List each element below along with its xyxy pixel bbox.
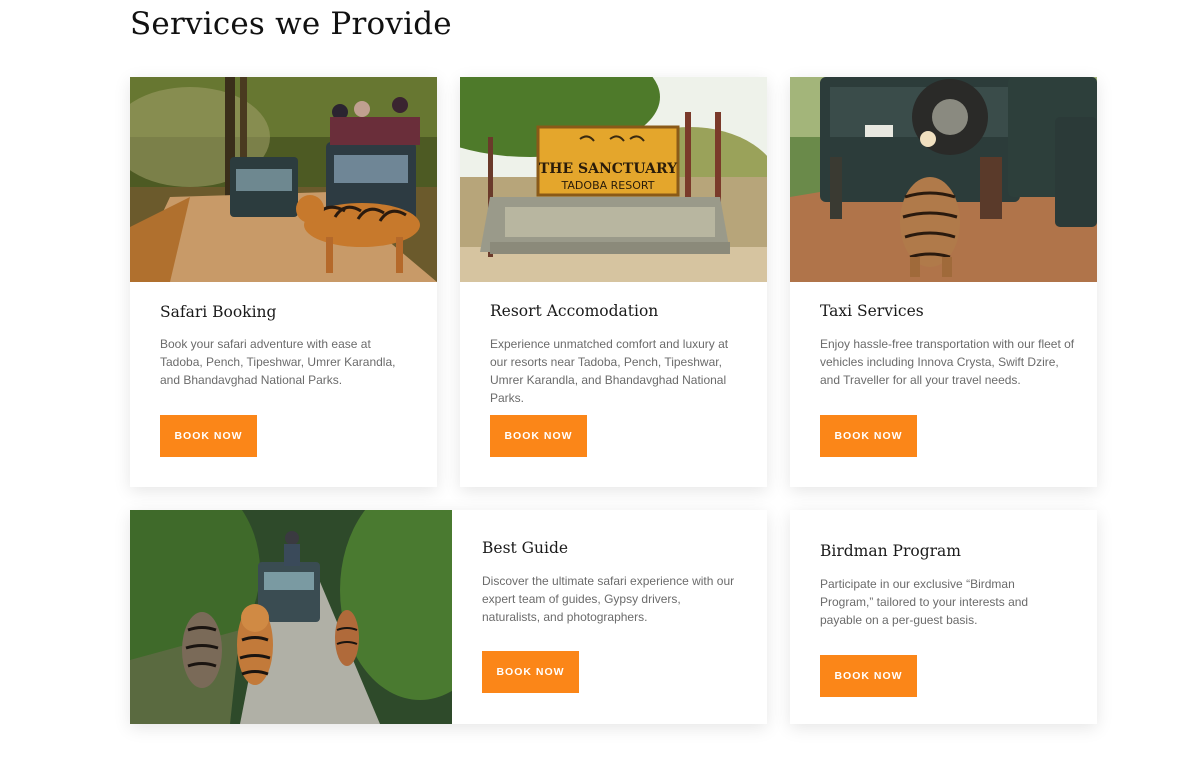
book-now-button-safari[interactable]: BOOK NOW bbox=[160, 415, 257, 457]
book-now-button-birdman[interactable]: BOOK NOW bbox=[820, 655, 917, 697]
card-title: Safari Booking bbox=[160, 303, 277, 321]
card-title: Birdman Program bbox=[820, 542, 961, 560]
service-card-taxi: Taxi Services Enjoy hassle-free transpor… bbox=[790, 77, 1097, 487]
service-card-best-guide: Best Guide Discover the ultimate safari … bbox=[130, 510, 767, 724]
safari-booking-image bbox=[130, 77, 437, 282]
book-now-button-taxi[interactable]: BOOK NOW bbox=[820, 415, 917, 457]
taxi-services-image bbox=[790, 77, 1097, 282]
card-description: Participate in our exclusive “Birdman Pr… bbox=[820, 577, 1029, 627]
resort-sign-line1: THE SANCTUARY bbox=[539, 161, 678, 177]
card-title: Best Guide bbox=[482, 539, 569, 557]
resort-accomodation-image: THE SANCTUARY TADOBA RESORT bbox=[460, 77, 767, 282]
book-now-button-resort[interactable]: BOOK NOW bbox=[490, 415, 587, 457]
card-description: Experience unmatched comfort and luxury … bbox=[490, 337, 729, 405]
card-title: Taxi Services bbox=[820, 302, 924, 320]
book-now-button-guide[interactable]: BOOK NOW bbox=[482, 651, 579, 693]
card-title: Resort Accomodation bbox=[490, 302, 659, 320]
card-description: Enjoy hassle-free transportation with ou… bbox=[820, 337, 1075, 387]
service-card-resort: THE SANCTUARY TADOBA RESORT Resort Accom… bbox=[460, 77, 767, 487]
card-description: Discover the ultimate safari experience … bbox=[482, 574, 735, 624]
best-guide-image bbox=[130, 510, 452, 724]
resort-sign-line2: TADOBA RESORT bbox=[561, 179, 655, 192]
card-description: Book your safari adventure with ease at … bbox=[160, 337, 396, 387]
service-card-safari-booking: Safari Booking Book your safari adventur… bbox=[130, 77, 437, 487]
service-card-birdman: Birdman Program Participate in our exclu… bbox=[790, 510, 1097, 724]
section-title: Services we Provide bbox=[130, 6, 452, 42]
